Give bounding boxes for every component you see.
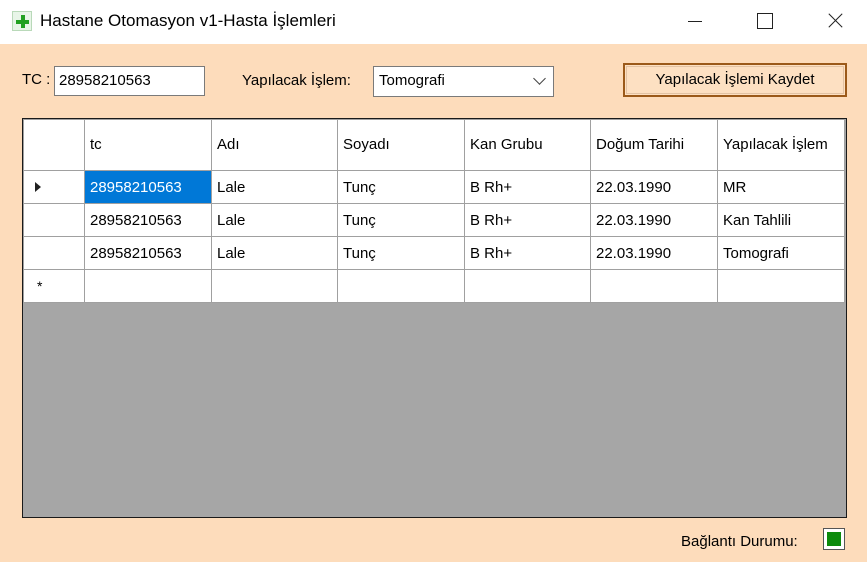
cell-dogum-tarihi[interactable]: 22.03.1990 (590, 170, 718, 204)
operation-label: Yapılacak İşlem: (242, 72, 351, 89)
chevron-down-icon[interactable] (533, 72, 546, 85)
row-header-corner[interactable] (23, 119, 85, 171)
row-header[interactable] (23, 236, 85, 270)
cell-dogum-tarihi[interactable]: 22.03.1990 (590, 203, 718, 237)
connection-status-label: Bağlantı Durumu: (681, 533, 798, 550)
current-row-arrow-icon (35, 181, 41, 192)
column-header-yapilacak-islem[interactable]: Yapılacak İşlem (717, 119, 845, 171)
column-header-adi[interactable]: Adı (211, 119, 338, 171)
cell-soyadi[interactable]: Tunç (337, 203, 465, 237)
cell-yapilacak-islem[interactable]: MR (717, 170, 845, 204)
close-icon[interactable] (811, 0, 857, 44)
cell-yapilacak-islem[interactable]: Kan Tahlili (717, 203, 845, 237)
new-cell[interactable] (717, 269, 845, 303)
cell-tc[interactable]: 28958210563 (84, 170, 212, 204)
cell-tc[interactable]: 28958210563 (84, 203, 212, 237)
table-row[interactable]: 28958210563 Lale Tunç B Rh+ 22.03.1990 M… (23, 170, 845, 204)
new-cell[interactable] (464, 269, 591, 303)
tc-label: TC : (22, 71, 51, 88)
form-client-area: TC : 28958210563 Yapılacak İşlem: Tomogr… (0, 44, 867, 562)
cell-adi[interactable]: Lale (211, 203, 338, 237)
connection-status-indicator (823, 528, 845, 550)
cell-soyadi[interactable]: Tunç (337, 236, 465, 270)
table-row[interactable]: 28958210563 Lale Tunç B Rh+ 22.03.1990 K… (23, 203, 845, 237)
cell-kan-grubu[interactable]: B Rh+ (464, 170, 591, 204)
cell-adi[interactable]: Lale (211, 170, 338, 204)
cell-yapilacak-islem[interactable]: Tomografi (717, 236, 845, 270)
grid-header-row: tc Adı Soyadı Kan Grubu Doğum Tarihi Yap… (23, 119, 845, 171)
window-title: Hastane Otomasyon v1-Hasta İşlemleri (40, 11, 336, 30)
new-row-header[interactable]: * (23, 269, 85, 303)
cell-adi[interactable]: Lale (211, 236, 338, 270)
new-cell[interactable] (211, 269, 338, 303)
column-header-kan-grubu[interactable]: Kan Grubu (464, 119, 591, 171)
new-cell[interactable] (337, 269, 465, 303)
cell-kan-grubu[interactable]: B Rh+ (464, 203, 591, 237)
row-header[interactable] (23, 203, 85, 237)
row-header[interactable] (23, 170, 85, 204)
cell-soyadi[interactable]: Tunç (337, 170, 465, 204)
app-plus-icon (12, 11, 32, 31)
new-row-asterisk-icon: * (37, 277, 43, 294)
new-row[interactable]: * (23, 269, 845, 303)
new-cell[interactable] (590, 269, 718, 303)
column-header-dogum-tarihi[interactable]: Doğum Tarihi (590, 119, 718, 171)
new-cell[interactable] (84, 269, 212, 303)
table-row[interactable]: 28958210563 Lale Tunç B Rh+ 22.03.1990 T… (23, 236, 845, 270)
operation-selected-value: Tomografi (379, 72, 445, 89)
cell-dogum-tarihi[interactable]: 22.03.1990 (590, 236, 718, 270)
grid-table: tc Adı Soyadı Kan Grubu Doğum Tarihi Yap… (23, 119, 845, 303)
tc-input[interactable]: 28958210563 (54, 66, 205, 96)
save-operation-button[interactable]: Yapılacak İşlemi Kaydet (623, 63, 847, 97)
minimize-icon[interactable] (672, 0, 718, 44)
cell-tc[interactable]: 28958210563 (84, 236, 212, 270)
column-header-soyadi[interactable]: Soyadı (337, 119, 465, 171)
operation-dropdown[interactable]: Tomografi (373, 66, 554, 97)
column-header-tc[interactable]: tc (84, 119, 212, 171)
patient-data-grid[interactable]: tc Adı Soyadı Kan Grubu Doğum Tarihi Yap… (22, 118, 847, 518)
title-bar[interactable]: Hastane Otomasyon v1-Hasta İşlemleri (0, 0, 867, 44)
maximize-icon[interactable] (741, 0, 787, 44)
cell-kan-grubu[interactable]: B Rh+ (464, 236, 591, 270)
